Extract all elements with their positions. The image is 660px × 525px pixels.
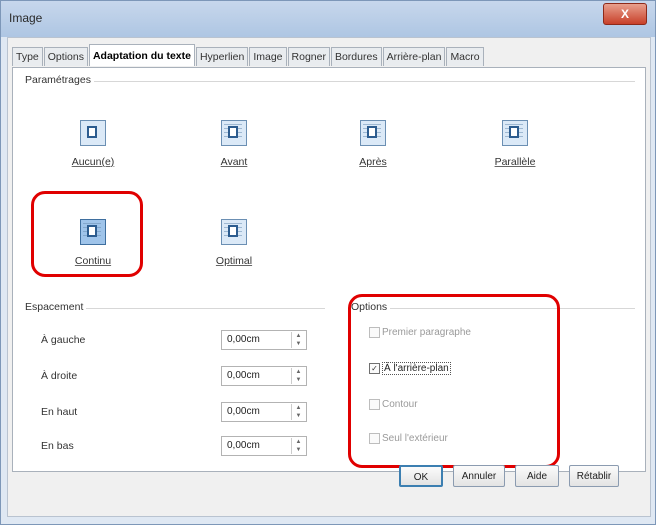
spin-up-icon[interactable]: ▲	[292, 438, 305, 446]
help-button[interactable]: Aide	[515, 465, 559, 487]
highlight-continu-annotation	[31, 191, 143, 277]
wrap-before-icon	[221, 120, 247, 146]
image-dialog: Image X Type Options Adaptation du texte…	[0, 0, 656, 525]
spin-up-icon[interactable]: ▲	[292, 332, 305, 340]
espacement-label: Espacement	[25, 301, 87, 313]
spacing-bottom-value: 0,00cm	[227, 440, 260, 451]
spacing-bottom-label: En bas	[41, 440, 74, 452]
wrap-optimal-icon	[221, 219, 247, 245]
tab-rogner[interactable]: Rogner	[287, 47, 330, 66]
tab-image[interactable]: Image	[249, 47, 287, 66]
wrap-none-label: Aucun(e)	[71, 156, 115, 168]
tab-arriere-plan[interactable]: Arrière-plan	[382, 47, 446, 66]
wrap-optimal-option[interactable]: Optimal	[194, 219, 274, 267]
tab-content: Paramétrages Aucun(e) Avant Après Parall…	[12, 67, 646, 472]
tab-adaptation-du-texte[interactable]: Adaptation du texte	[88, 44, 195, 66]
wrap-none-icon	[80, 120, 106, 146]
parametrages-divider	[25, 81, 635, 82]
tab-hyperlien[interactable]: Hyperlien	[195, 47, 249, 66]
wrap-after-option[interactable]: Après	[333, 120, 413, 168]
spin-down-icon[interactable]: ▼	[292, 376, 305, 384]
spin-down-icon[interactable]: ▼	[292, 446, 305, 454]
spacing-right-field[interactable]: 0,00cm ▲ ▼	[221, 366, 307, 386]
tab-macro[interactable]: Macro	[446, 47, 484, 66]
wrap-parallel-icon	[502, 120, 528, 146]
wrap-parallel-label: Parallèle	[494, 156, 536, 168]
tab-type[interactable]: Type	[12, 47, 43, 66]
spacing-right-label: À droite	[41, 370, 78, 382]
spacing-bottom-field[interactable]: 0,00cm ▲ ▼	[221, 436, 307, 456]
spin-down-icon[interactable]: ▼	[292, 412, 305, 420]
ok-button[interactable]: OK	[399, 465, 443, 487]
spacing-top-value: 0,00cm	[227, 406, 260, 417]
wrap-before-label: Avant	[220, 156, 248, 168]
spacing-top-field[interactable]: 0,00cm ▲ ▼	[221, 402, 307, 422]
wrap-after-label: Après	[359, 156, 387, 168]
spacing-top-label: En haut	[41, 406, 78, 418]
tab-options[interactable]: Options	[43, 47, 88, 66]
close-button[interactable]: X	[603, 3, 647, 25]
window-title: Image	[9, 11, 43, 25]
tab-bar: Type Options Adaptation du texte Hyperli…	[12, 44, 485, 67]
dialog-panel: Type Options Adaptation du texte Hyperli…	[7, 37, 651, 517]
spin-up-icon[interactable]: ▲	[292, 368, 305, 376]
spacing-right-value: 0,00cm	[227, 370, 260, 381]
tab-bordures[interactable]: Bordures	[330, 47, 382, 66]
title-bar[interactable]: Image X	[1, 1, 655, 37]
spacing-left-field[interactable]: 0,00cm ▲ ▼	[221, 330, 307, 350]
spin-down-icon[interactable]: ▼	[292, 340, 305, 348]
highlight-options-annotation	[348, 294, 560, 468]
wrap-optimal-label: Optimal	[215, 255, 253, 267]
spacing-left-value: 0,00cm	[227, 334, 260, 345]
parametrages-label: Paramétrages	[25, 74, 94, 86]
wrap-after-icon	[360, 120, 386, 146]
spin-up-icon[interactable]: ▲	[292, 404, 305, 412]
wrap-none-option[interactable]: Aucun(e)	[53, 120, 133, 168]
reset-button[interactable]: Rétablir	[569, 465, 619, 487]
wrap-parallel-option[interactable]: Parallèle	[475, 120, 555, 168]
wrap-before-option[interactable]: Avant	[194, 120, 274, 168]
cancel-button[interactable]: Annuler	[453, 465, 505, 487]
spacing-left-label: À gauche	[41, 334, 86, 346]
